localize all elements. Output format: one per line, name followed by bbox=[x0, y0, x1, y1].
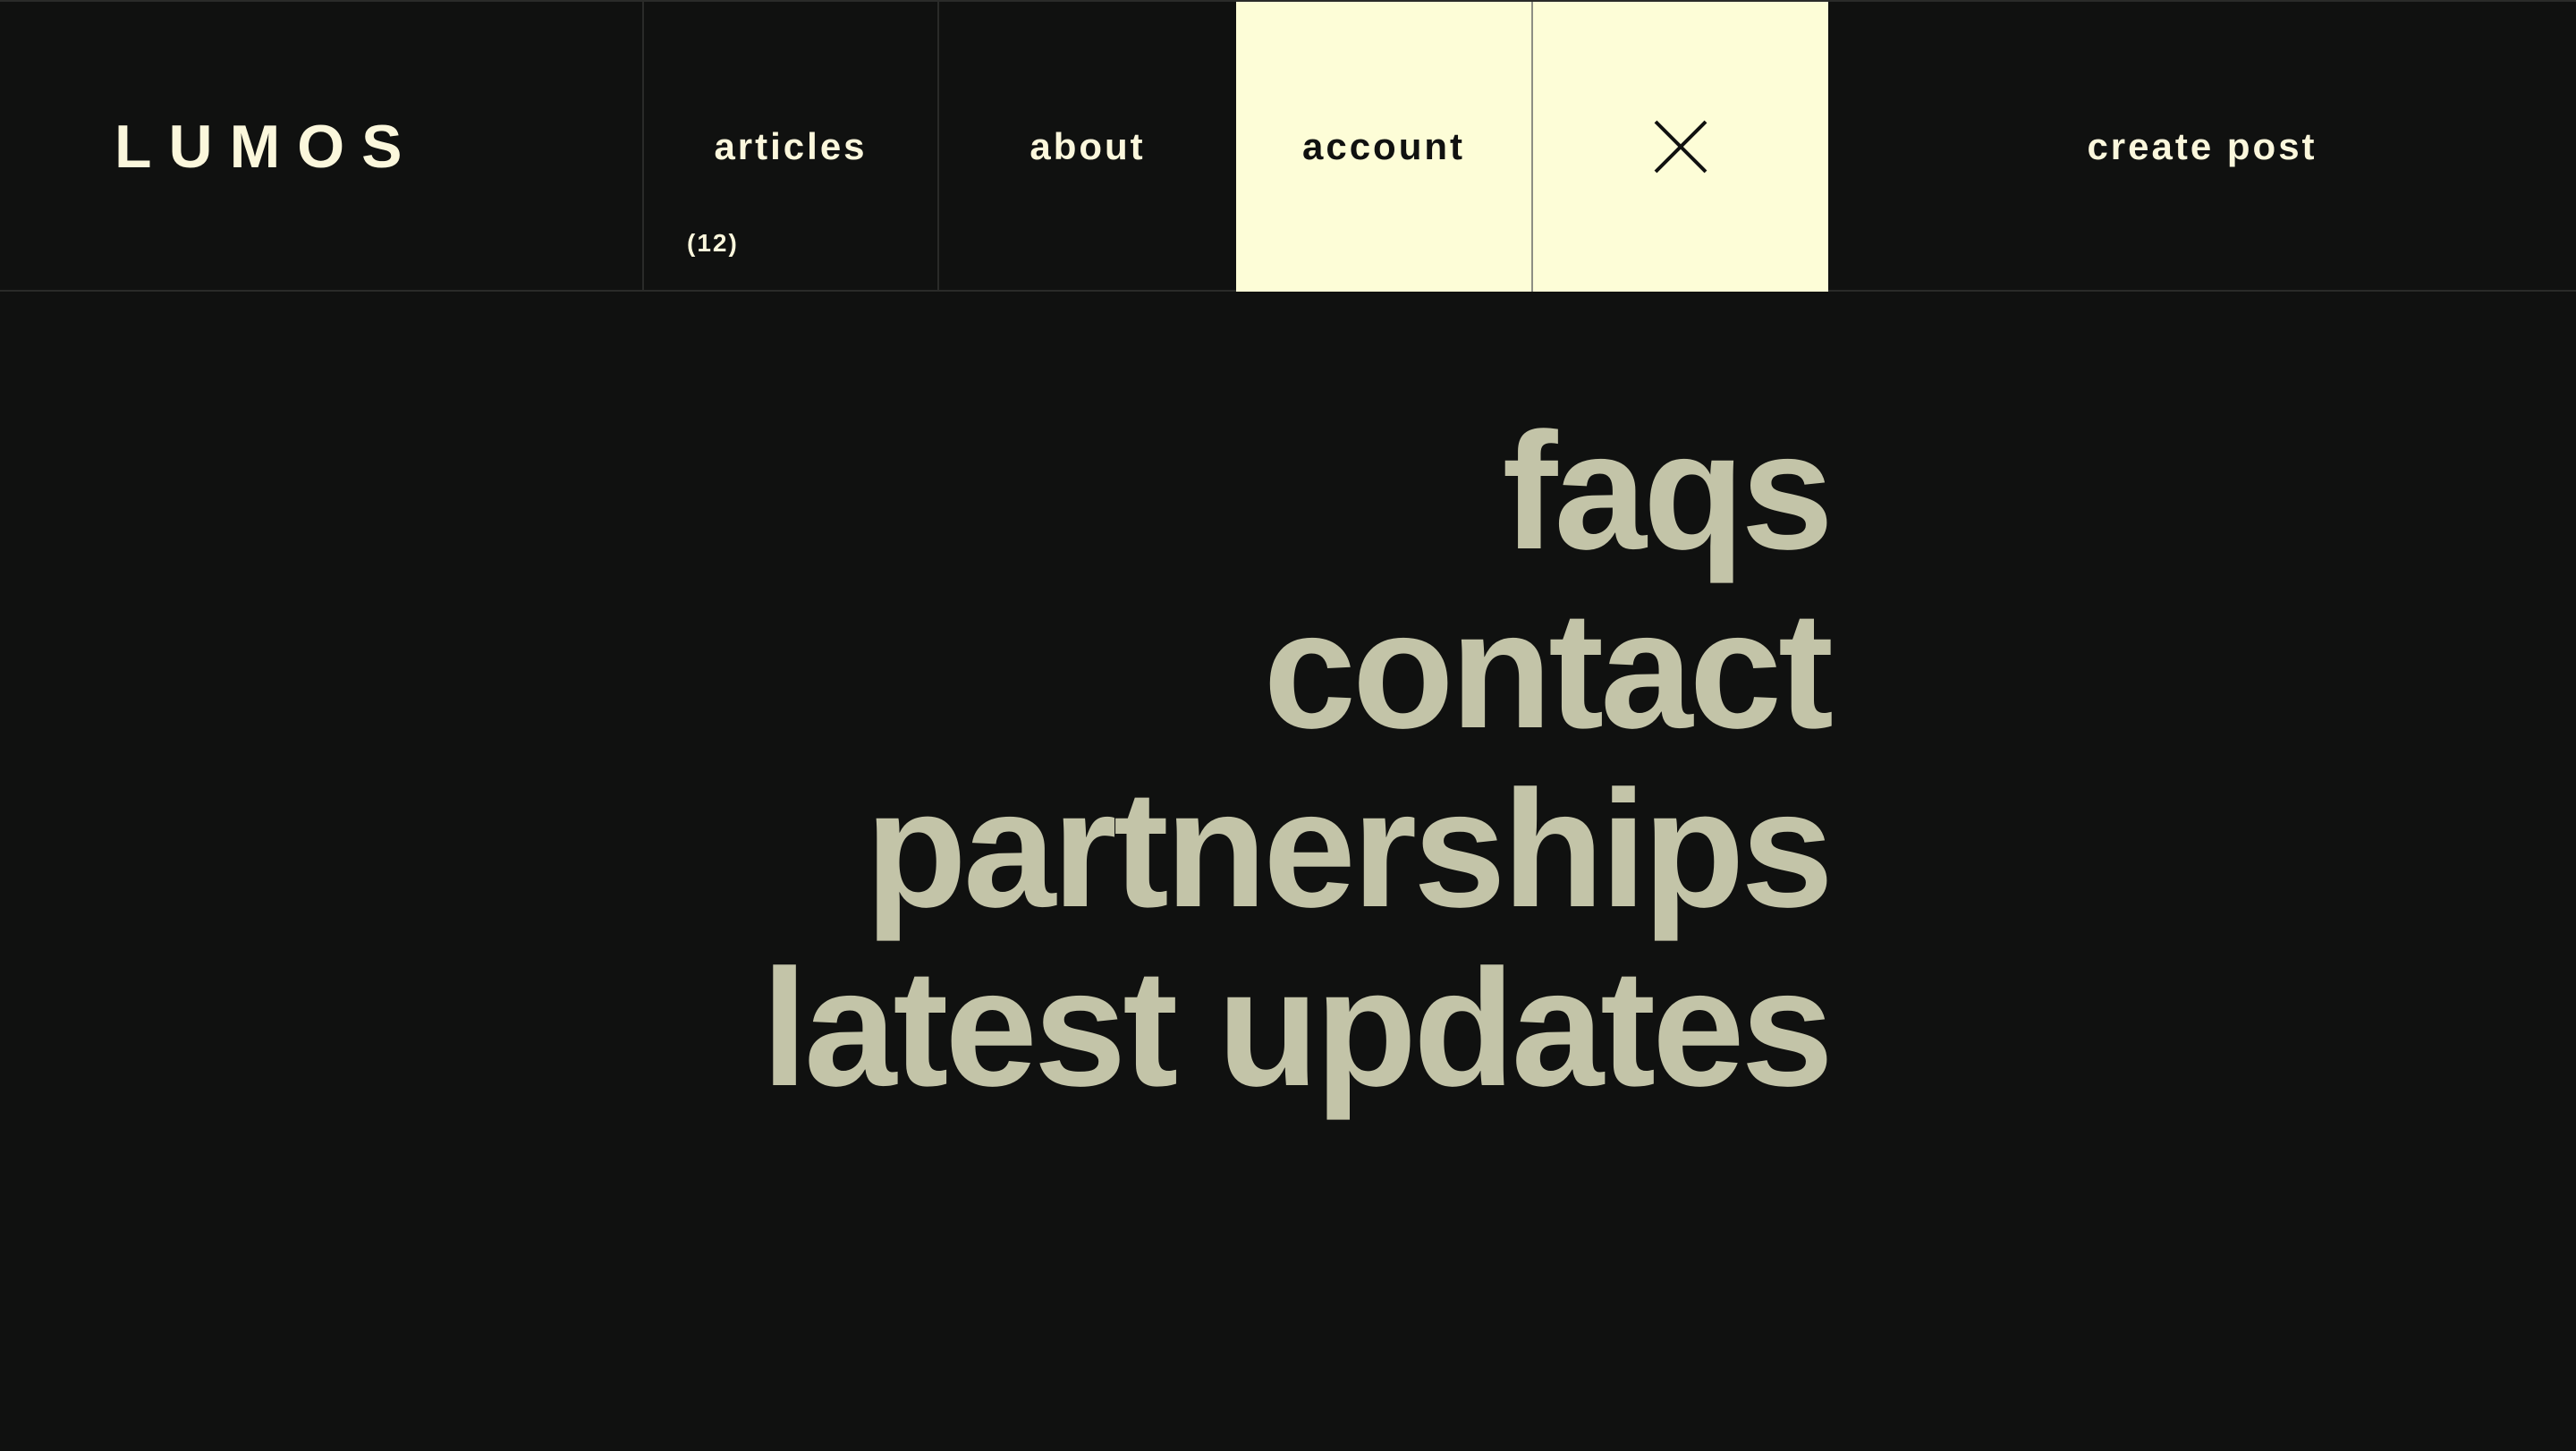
nav-about-label: about bbox=[1030, 125, 1146, 167]
brand-logo[interactable]: LUMOS bbox=[0, 2, 642, 292]
close-icon bbox=[1654, 120, 1707, 174]
top-navigation: LUMOS articles (12) about account create… bbox=[0, 0, 2576, 292]
close-menu-button[interactable] bbox=[1531, 2, 1828, 292]
nav-articles-label: articles bbox=[714, 125, 868, 167]
create-post-button[interactable]: create post bbox=[1828, 2, 2576, 292]
nav-about[interactable]: about bbox=[939, 2, 1236, 292]
overlay-menu: faqs contact partnerships latest updates bbox=[761, 403, 1834, 1118]
articles-count-badge: (12) bbox=[687, 229, 739, 257]
menu-item-latest-updates[interactable]: latest updates bbox=[761, 939, 1834, 1118]
nav-account-label: account bbox=[1301, 125, 1466, 167]
nav-articles[interactable]: articles (12) bbox=[642, 2, 939, 292]
menu-item-contact[interactable]: contact bbox=[761, 581, 1834, 760]
nav-account[interactable]: account bbox=[1236, 2, 1531, 292]
create-post-label: create post bbox=[2087, 125, 2318, 167]
menu-item-partnerships[interactable]: partnerships bbox=[761, 760, 1834, 939]
menu-item-faqs[interactable]: faqs bbox=[761, 403, 1834, 581]
brand-name: LUMOS bbox=[114, 113, 419, 181]
